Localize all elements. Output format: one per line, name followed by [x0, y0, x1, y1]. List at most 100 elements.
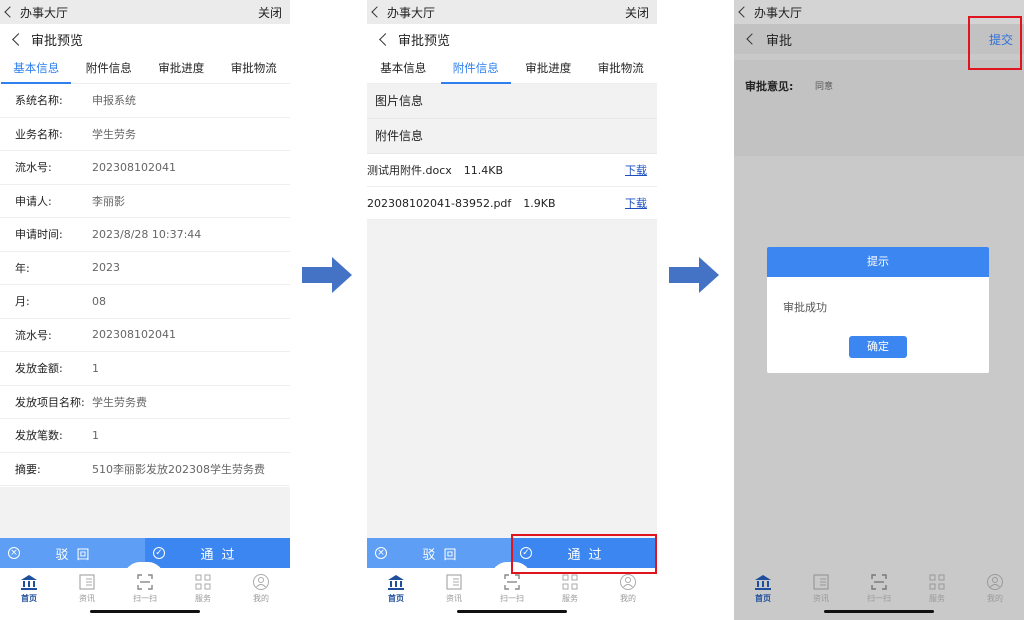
field-label: 发放金额:	[15, 362, 63, 376]
pass-button[interactable]: ✓ 通过	[145, 538, 290, 568]
scan-icon	[504, 574, 520, 590]
tabbar-label: 我的	[620, 594, 636, 603]
field-row: 发放金额: 1	[0, 352, 290, 386]
field-label: 申请时间:	[15, 228, 63, 242]
field-row: 流水号: 202308102041	[0, 151, 290, 185]
field-row: 业务名称: 学生劳务	[0, 118, 290, 151]
screen-approval-preview-basic: 办事大厅 关闭 审批预览 基本信息 附件信息 审批进度 审批物流 系统名称: 申报…	[0, 0, 290, 620]
back-to-hall-button[interactable]: 办事大厅	[371, 4, 435, 21]
reject-button[interactable]: × 驳回	[0, 538, 145, 568]
dialog-message: 审批成功	[783, 301, 827, 314]
tabbar-home[interactable]: 首页	[9, 573, 49, 604]
back-chevron-icon[interactable]	[379, 32, 392, 46]
tab-attachments[interactable]: 附件信息	[440, 56, 511, 84]
opinion-label: 审批意见:	[745, 80, 794, 93]
close-button[interactable]: 关闭	[258, 4, 282, 21]
app-header: 办事大厅 关闭	[367, 0, 657, 24]
tabbar-label: 我的	[987, 594, 1003, 603]
tabbar-mine[interactable]: 我的	[975, 573, 1015, 604]
field-row: 发放项目名称: 学生劳务费	[0, 386, 290, 419]
tabbar-news[interactable]: 资讯	[67, 573, 107, 604]
file-size: 11.4KB	[463, 163, 504, 177]
hall-label: 办事大厅	[754, 5, 803, 20]
bank-icon	[755, 575, 771, 590]
field-label: 申请人:	[15, 194, 52, 208]
tab-progress[interactable]: 审批进度	[521, 56, 575, 84]
field-row: 摘要: 510李丽影发放202308学生劳务费	[0, 453, 290, 486]
hall-label: 办事大厅	[20, 5, 69, 20]
tabbar-home[interactable]: 首页	[376, 573, 416, 604]
field-value: 202308102041	[92, 328, 176, 342]
reject-button[interactable]: × 驳回	[367, 538, 512, 568]
tabbar-label: 首页	[388, 594, 404, 603]
tab-basic-info[interactable]: 基本信息	[376, 56, 430, 84]
home-indicator	[824, 610, 934, 613]
tabbar-scan[interactable]: 扫一扫	[125, 573, 165, 604]
tab-progress[interactable]: 审批进度	[154, 56, 208, 84]
download-link[interactable]: 下载	[625, 162, 647, 178]
page-title: 审批预览	[31, 33, 84, 49]
tabbar-label: 首页	[755, 594, 771, 603]
page-header: 审批预览	[367, 24, 657, 54]
tabbar-service[interactable]: 服务	[917, 573, 957, 604]
right-arrow-icon	[669, 257, 719, 293]
tabbar-home[interactable]: 首页	[743, 573, 783, 604]
field-row: 年: 2023	[0, 252, 290, 285]
news-icon	[79, 574, 95, 590]
tabbar-service[interactable]: 服务	[183, 573, 223, 604]
file-size: 1.9KB	[523, 196, 556, 210]
tabbar-label: 扫一扫	[867, 594, 891, 603]
tabbar-scan[interactable]: 扫一扫	[859, 573, 899, 604]
field-row: 发放笔数: 1	[0, 419, 290, 453]
user-icon	[987, 574, 1003, 590]
tab-bar: 基本信息 附件信息 审批进度 审批物流	[367, 56, 657, 84]
tabbar-service[interactable]: 服务	[550, 573, 590, 604]
download-link[interactable]: 下载	[625, 195, 647, 211]
tab-attachments[interactable]: 附件信息	[82, 56, 136, 84]
news-icon	[446, 574, 462, 590]
home-indicator	[90, 610, 200, 613]
bottom-tab-bar: 首页 资讯 扫一扫 服务 我的	[0, 568, 290, 608]
field-row: 流水号: 202308102041	[0, 319, 290, 352]
page-title: 审批	[766, 33, 793, 49]
field-value: 学生劳务	[92, 127, 136, 141]
chevron-left-icon[interactable]	[738, 6, 750, 18]
tab-logistics[interactable]: 审批物流	[594, 56, 648, 84]
field-value: 1	[92, 361, 99, 375]
tabbar-label: 扫一扫	[500, 594, 524, 603]
tabbar-label: 资讯	[813, 594, 829, 603]
opinion-input[interactable]: 同意	[815, 79, 833, 92]
scan-icon	[137, 574, 153, 590]
close-button[interactable]: 关闭	[625, 4, 649, 21]
back-chevron-icon[interactable]	[12, 32, 25, 46]
tabbar-news[interactable]: 资讯	[801, 573, 841, 604]
field-label: 发放笔数:	[15, 429, 63, 443]
tabbar-label: 扫一扫	[133, 594, 157, 603]
chevron-left-icon	[4, 6, 16, 18]
back-to-hall-button[interactable]: 办事大厅	[4, 4, 69, 21]
tabbar-label: 资讯	[79, 594, 95, 603]
back-chevron-icon[interactable]	[746, 33, 758, 45]
tabbar-mine[interactable]: 我的	[241, 573, 281, 604]
field-label: 流水号:	[15, 161, 52, 175]
attachments-panel: 图片信息 附件信息 测试用附件.docx 11.4KB 下载 202308102…	[367, 84, 657, 220]
tabbar-news[interactable]: 资讯	[434, 573, 474, 604]
field-label: 摘要:	[15, 462, 41, 476]
field-value: 202308102041	[92, 160, 176, 174]
tabbar-label: 资讯	[446, 594, 462, 603]
grid-icon	[929, 574, 945, 590]
tabbar-mine[interactable]: 我的	[608, 573, 648, 604]
tabbar-scan[interactable]: 扫一扫	[492, 573, 532, 604]
field-row: 申请人: 李丽影	[0, 185, 290, 218]
tab-basic-info[interactable]: 基本信息	[1, 56, 72, 84]
field-value: 1	[92, 428, 99, 442]
screen-approval-preview-attachments: 办事大厅 关闭 审批预览 基本信息 附件信息 审批进度 审批物流 图片信息 附件…	[367, 0, 657, 620]
reject-label: 驳回	[422, 547, 465, 563]
tab-logistics[interactable]: 审批物流	[227, 56, 281, 84]
field-value: 申报系统	[92, 94, 136, 108]
section-attachments-title: 附件信息	[367, 119, 657, 154]
bank-icon	[21, 575, 37, 590]
empty-area	[0, 487, 290, 538]
highlight-box	[511, 534, 657, 574]
confirm-button[interactable]: 确定	[849, 336, 907, 358]
